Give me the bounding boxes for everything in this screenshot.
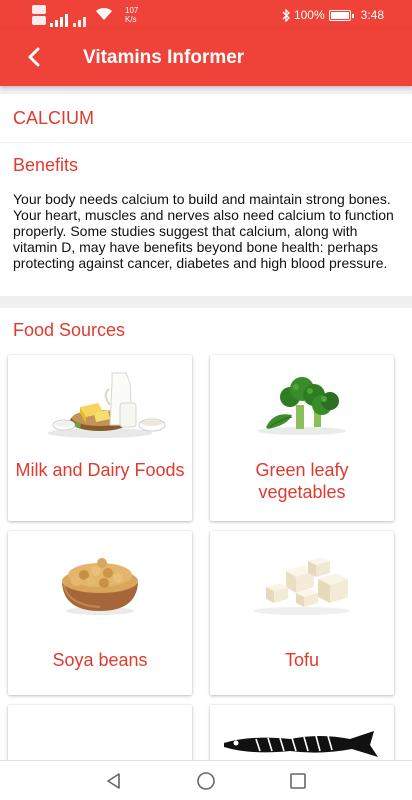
food-card-tofu[interactable]: Tofu	[210, 531, 394, 695]
food-icon	[8, 705, 192, 760]
food-label-greens: Green leafy vegetables	[255, 460, 349, 502]
battery-icon	[328, 9, 354, 21]
status-bar: 107 K/s 100% 3:48	[0, 0, 412, 29]
food-card-6[interactable]	[210, 705, 394, 760]
clock: 3:48	[360, 8, 384, 22]
food-card-5[interactable]	[8, 705, 192, 760]
benefits-text: Your body needs calcium to build and mai…	[13, 191, 394, 271]
benefits-card: Benefits Your body needs calcium to buil…	[0, 143, 412, 296]
network-speed: 107 K/s	[125, 6, 138, 24]
sim1-icon	[32, 5, 46, 14]
food-card-greens[interactable]: Green leafy vegetables	[210, 355, 394, 521]
speed-value: 107	[125, 6, 139, 15]
sim2-icon	[32, 16, 46, 25]
bluetooth-icon	[282, 8, 290, 22]
nav-home-icon[interactable]	[195, 770, 217, 792]
nav-back-icon[interactable]	[103, 770, 125, 792]
wifi-icon	[96, 7, 112, 20]
battery-percent: 100%	[293, 8, 325, 22]
system-nav-bar	[0, 760, 412, 800]
signal-icon	[50, 5, 90, 27]
benefits-heading: Benefits	[13, 155, 79, 175]
vitamin-name: CALCIUM	[13, 108, 95, 128]
food-label-milk: Milk and Dairy Foods	[15, 460, 185, 480]
food-card-milk[interactable]: Milk and Dairy Foods	[8, 355, 192, 521]
food-sources-card: Food Sources Milk and Dairy Foods Green …	[0, 308, 412, 760]
app-bar: Vitamins Informer	[0, 29, 412, 86]
food-label-tofu: Tofu	[284, 650, 320, 670]
soya-beans-icon	[62, 558, 138, 615]
tofu-icon	[254, 557, 350, 615]
arrow-back-icon	[28, 47, 40, 67]
fish-bones-icon	[224, 731, 378, 757]
vitamin-name-card: CALCIUM	[0, 94, 412, 142]
food-card-soya[interactable]: Soya beans	[8, 531, 192, 695]
status-right: 100% 3:48	[282, 7, 384, 23]
back-button[interactable]	[20, 43, 48, 71]
app-title: Vitamins Informer	[83, 47, 245, 68]
speed-unit: K/s	[125, 15, 137, 24]
milk-dairy-icon	[48, 372, 166, 438]
food-sources-heading: Food Sources	[13, 320, 126, 340]
broccoli-icon	[258, 377, 346, 435]
nav-recents-icon[interactable]	[287, 770, 309, 792]
food-label-soya: Soya beans	[52, 650, 148, 670]
content-scroll[interactable]: CALCIUM Benefits Your body needs calcium…	[0, 86, 412, 760]
